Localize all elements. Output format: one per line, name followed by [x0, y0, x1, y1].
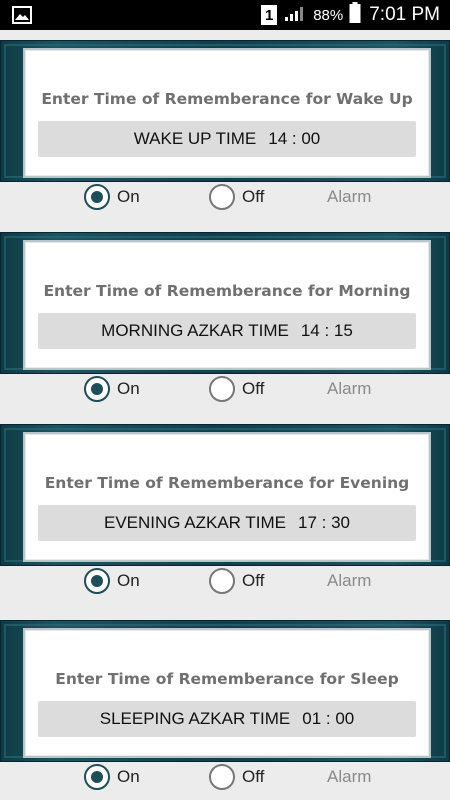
card-title: Enter Time of Rememberance for Sleep	[55, 670, 399, 688]
alarm-options: On Off Alarm	[0, 566, 450, 600]
off-radio[interactable]	[209, 568, 235, 594]
on-radio[interactable]	[84, 184, 110, 210]
off-radio[interactable]	[209, 376, 235, 402]
on-radio[interactable]	[84, 568, 110, 594]
sleep-section: Enter Time of Rememberance for Sleep SLE…	[0, 620, 450, 800]
card-frame: Enter Time of Rememberance for Evening E…	[0, 424, 450, 566]
time-label: EVENING AZKAR TIME	[103, 513, 286, 532]
off-label[interactable]: Off	[242, 571, 264, 591]
alarm-options: On Off Alarm	[0, 762, 450, 796]
on-label[interactable]: On	[117, 571, 140, 591]
wake-up-section: Enter Time of Rememberance for Wake Up W…	[0, 40, 450, 232]
battery-percentage: 88%	[313, 6, 344, 24]
reminder-card: Enter Time of Rememberance for Evening E…	[23, 432, 431, 562]
time-label: SLEEPING AZKAR TIME	[99, 709, 291, 728]
status-bar: 1 88% 7:01 PM	[0, 0, 450, 30]
sleep-time-button[interactable]: SLEEPING AZKAR TIME 01 : 00	[38, 701, 416, 737]
alarm-options: On Off Alarm	[0, 374, 450, 408]
morning-time-button[interactable]: MORNING AZKAR TIME 14 : 15	[38, 313, 416, 349]
reminder-card: Enter Time of Rememberance for Sleep SLE…	[23, 628, 431, 758]
off-radio[interactable]	[209, 184, 235, 210]
time-label: WAKE UP TIME	[133, 129, 257, 148]
time-value: 17 : 30	[298, 513, 350, 532]
off-label[interactable]: Off	[242, 187, 264, 207]
alarm-label: Alarm	[327, 379, 372, 398]
card-frame: Enter Time of Rememberance for Sleep SLE…	[0, 620, 450, 762]
alarm-label: Alarm	[327, 767, 372, 786]
reminder-card: Enter Time of Rememberance for Morning M…	[23, 240, 431, 370]
time-label: MORNING AZKAR TIME	[101, 321, 289, 340]
time-value: 01 : 00	[302, 709, 355, 728]
on-label[interactable]: On	[117, 187, 140, 207]
off-radio[interactable]	[209, 764, 235, 790]
off-label[interactable]: Off	[242, 379, 264, 399]
alarm-label: Alarm	[327, 571, 372, 590]
sim-slot-badge: 1	[261, 5, 278, 25]
gallery-icon	[12, 5, 32, 25]
card-title: Enter Time of Rememberance for Morning	[43, 282, 411, 300]
wake-up-time-button[interactable]: WAKE UP TIME 14 : 00	[38, 121, 416, 157]
card-title: Enter Time of Rememberance for Wake Up	[41, 90, 413, 108]
status-clock: 7:01 PM	[369, 4, 440, 25]
time-value: 14 : 15	[300, 321, 353, 340]
card-title: Enter Time of Rememberance for Evening	[44, 474, 410, 492]
on-radio[interactable]	[84, 764, 110, 790]
signal-icon	[283, 3, 307, 28]
off-label[interactable]: Off	[242, 767, 264, 787]
on-label[interactable]: On	[117, 767, 140, 787]
alarm-options: On Off Alarm	[0, 182, 450, 216]
time-value: 14 : 00	[268, 129, 321, 148]
evening-section: Enter Time of Rememberance for Evening E…	[0, 424, 450, 616]
battery-icon	[349, 1, 361, 29]
card-frame: Enter Time of Rememberance for Morning M…	[0, 232, 450, 374]
evening-time-button[interactable]: EVENING AZKAR TIME 17 : 30	[38, 505, 416, 541]
alarm-label: Alarm	[327, 187, 372, 206]
reminder-card: Enter Time of Rememberance for Wake Up W…	[23, 48, 431, 178]
on-radio[interactable]	[84, 376, 110, 402]
on-label[interactable]: On	[117, 379, 140, 399]
card-frame: Enter Time of Rememberance for Wake Up W…	[0, 40, 450, 182]
morning-section: Enter Time of Rememberance for Morning M…	[0, 232, 450, 424]
